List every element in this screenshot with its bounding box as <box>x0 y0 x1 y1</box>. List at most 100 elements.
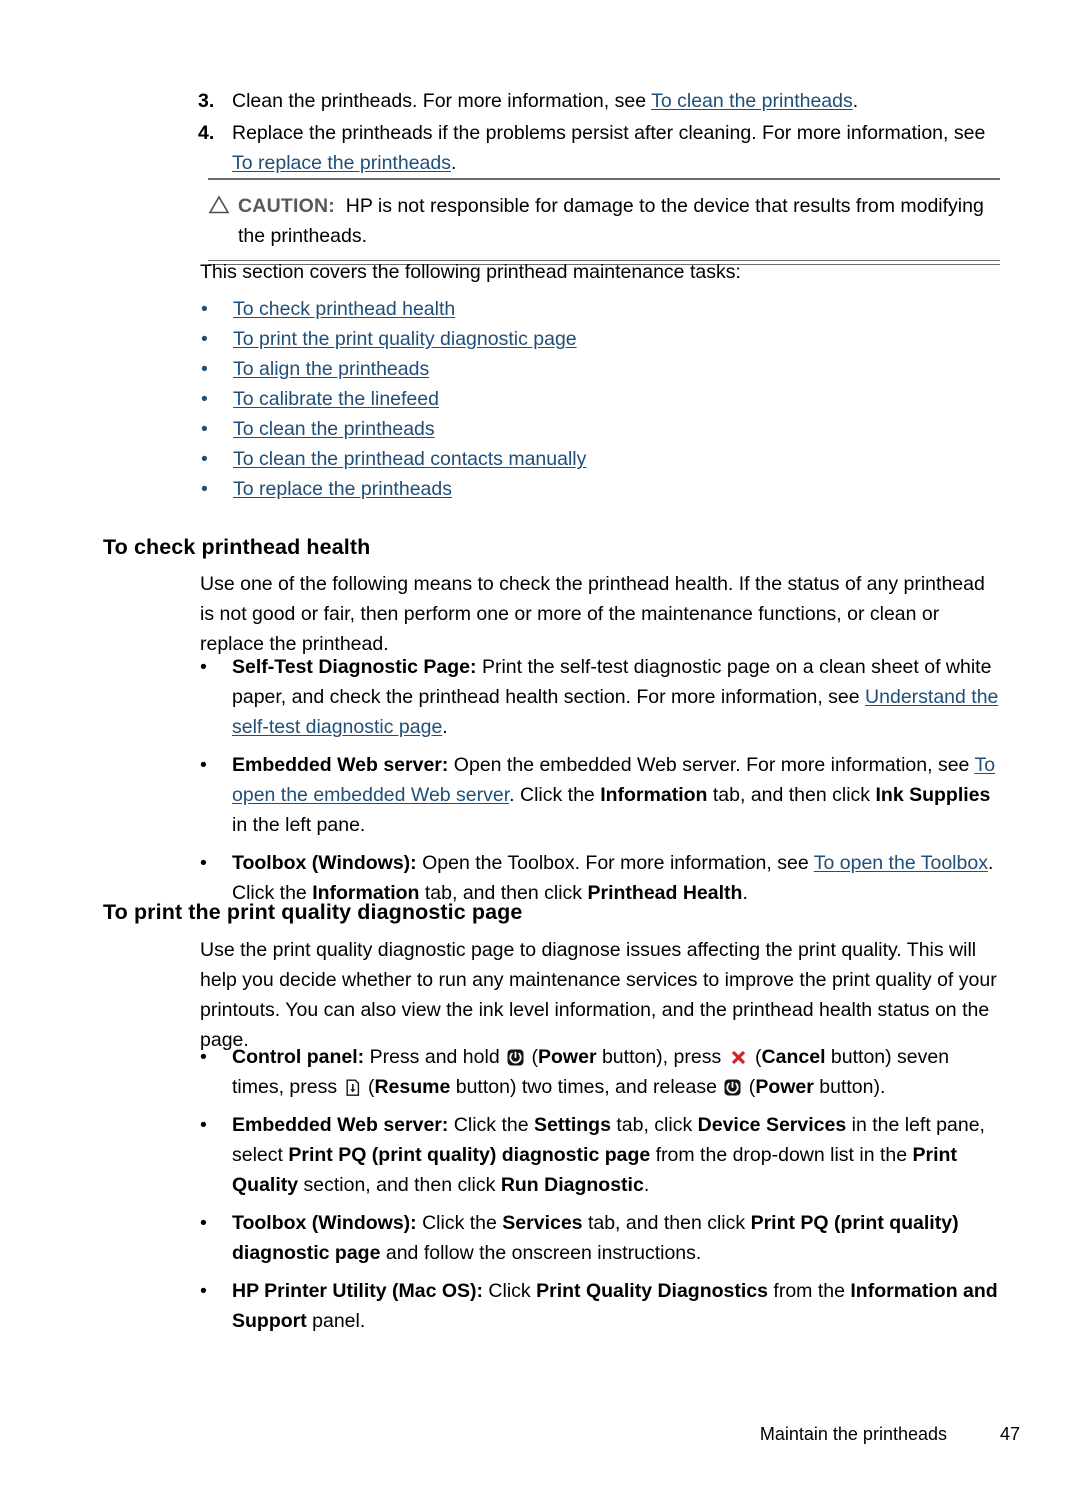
heading-to-print-the-print-quality-diagnostic-page: To print the print quality diagnostic pa… <box>103 900 523 924</box>
text-7: button) two times, and release <box>450 1076 723 1098</box>
caution-message: HP is not responsible for damage to the … <box>238 195 984 247</box>
list-item: • To clean the printhead contacts manual… <box>200 444 1000 474</box>
text-2: ( <box>526 1046 539 1068</box>
ui-label-printhead-health: Printhead Health <box>587 882 743 904</box>
ui-label-ink-supplies: Ink Supplies <box>875 784 991 806</box>
link-to-open-the-toolbox[interactable]: To open the Toolbox <box>814 852 988 874</box>
ui-label-information-tab: Information <box>600 784 708 806</box>
bullet-text-2: . Click the <box>509 784 601 806</box>
list-item: • Self-Test Diagnostic Page: Print the s… <box>200 652 1000 742</box>
bullet-text-4: . <box>742 882 748 904</box>
link-to-replace-the-printheads[interactable]: To replace the printheads <box>232 152 451 174</box>
link-to-check-printhead-health[interactable]: To check printhead health <box>233 294 455 324</box>
list-item: • Embedded Web server: Open the embedded… <box>200 750 1000 840</box>
bullet-text: Open the Toolbox. For more information, … <box>416 852 814 874</box>
list-number: 4. <box>198 122 215 144</box>
resume-button-icon <box>345 1076 361 1096</box>
link-to-clean-the-printhead-contacts-manually[interactable]: To clean the printhead contacts manually <box>233 444 586 474</box>
list-item: 3. Clean the printheads. For more inform… <box>198 86 1008 116</box>
text-4: ( <box>749 1046 762 1068</box>
text-2: tab, click <box>610 1114 698 1136</box>
bullet-lead-label: Toolbox (Windows): <box>232 1212 417 1234</box>
link-to-align-the-printheads[interactable]: To align the printheads <box>233 354 429 384</box>
ui-label-power: Power <box>538 1046 597 1068</box>
link-to-calibrate-the-linefeed[interactable]: To calibrate the linefeed <box>233 384 439 414</box>
ui-label-print-pq-diagnostic-page: Print PQ (print quality) diagnostic page <box>288 1144 651 1166</box>
text-1: Click the <box>416 1212 503 1234</box>
list-item: • To calibrate the linefeed <box>200 384 1000 414</box>
list-number: 3. <box>198 90 215 112</box>
ui-label-settings-tab: Settings <box>534 1114 611 1136</box>
paragraph-print-quality-diagnostic-page: Use the print quality diagnostic page to… <box>200 939 997 1051</box>
power-button-icon <box>724 1075 741 1096</box>
bullet-self-test-diagnostic-page: Self-Test Diagnostic Page: Print the sel… <box>232 652 1000 742</box>
bullet-hp-printer-utility-mac: HP Printer Utility (Mac OS): Click Print… <box>232 1276 1000 1336</box>
cancel-button-icon <box>730 1045 747 1065</box>
bullet-control-panel: Control panel: Press and hold (Power but… <box>232 1042 1000 1102</box>
bullet-text-4: in the left pane. <box>232 814 366 836</box>
caution-label: CAUTION: <box>238 195 335 217</box>
list-text: Replace the printheads if the problems p… <box>232 118 1008 178</box>
bullet-glyph: • <box>201 358 208 380</box>
heading-to-check-printhead-health: To check printhead health <box>103 535 371 559</box>
step-text-before: Clean the printheads. For more informati… <box>232 90 652 112</box>
text-3: panel. <box>306 1310 366 1332</box>
list-item: • To clean the printheads <box>200 414 1000 444</box>
caution-text: CAUTION: HP is not responsible for damag… <box>238 191 1000 251</box>
text-3: and follow the onscreen instructions. <box>380 1242 702 1264</box>
list-item: • Control panel: Press and hold (Power b… <box>200 1042 1000 1102</box>
link-to-replace-the-printheads[interactable]: To replace the printheads <box>233 474 452 504</box>
link-to-clean-the-printheads[interactable]: To clean the printheads <box>233 414 435 444</box>
bullet-glyph: • <box>201 388 208 410</box>
bullet-embedded-web-server: Embedded Web server: Open the embedded W… <box>232 750 1000 840</box>
bullet-glyph: • <box>201 328 208 350</box>
text-8: ( <box>743 1076 756 1098</box>
list-item: • To replace the printheads <box>200 474 1000 504</box>
list-item: • HP Printer Utility (Mac OS): Click Pri… <box>200 1276 1000 1336</box>
bullet-toolbox-windows-print: Toolbox (Windows): Click the Services ta… <box>232 1208 1000 1268</box>
text-6: . <box>643 1174 650 1196</box>
bullet-glyph: • <box>201 448 208 470</box>
link-to-print-the-print-quality-diagnostic-page[interactable]: To print the print quality diagnostic pa… <box>233 324 577 354</box>
warning-triangle-icon <box>208 191 238 219</box>
section-intro-text: This section covers the following printh… <box>200 261 741 283</box>
bullet-lead-label: Embedded Web server: <box>232 754 449 776</box>
link-to-clean-the-printheads[interactable]: To clean the printheads <box>651 90 853 112</box>
step-text-after: . <box>852 90 859 112</box>
ui-label-cancel: Cancel <box>761 1046 826 1068</box>
caution-admonition: CAUTION: HP is not responsible for damag… <box>208 178 1000 265</box>
bullet-glyph: • <box>200 1212 207 1234</box>
bullet-text-end: . <box>442 716 448 738</box>
bullet-lead-label: Toolbox (Windows): <box>232 852 417 874</box>
task-link-list: • To check printhead health • To print t… <box>200 294 1000 504</box>
document-page: 3. Clean the printheads. For more inform… <box>0 0 1080 1495</box>
text-9: button). <box>813 1076 886 1098</box>
bullet-glyph: • <box>200 656 207 678</box>
text-1: Click the <box>448 1114 534 1136</box>
bullet-glyph: • <box>200 754 207 776</box>
bullet-embedded-web-server-print: Embedded Web server: Click the Settings … <box>232 1110 1000 1200</box>
text-4: from the drop-down list in the <box>650 1144 913 1166</box>
bullet-glyph: • <box>200 1114 207 1136</box>
text-1: Press and hold <box>364 1046 506 1068</box>
list-item: • Embedded Web server: Click the Setting… <box>200 1110 1000 1200</box>
list-item: • To check printhead health <box>200 294 1000 324</box>
bullet-glyph: • <box>201 418 208 440</box>
bullet-text: Open the embedded Web server. For more i… <box>448 754 975 776</box>
list-item: 4. Replace the printheads if the problem… <box>198 118 1008 178</box>
paragraph-check-printhead-health: Use one of the following means to check … <box>200 573 985 655</box>
text-6: ( <box>362 1076 375 1098</box>
list-text: Clean the printheads. For more informati… <box>232 86 1008 116</box>
text-2: tab, and then click <box>582 1212 751 1234</box>
bullet-glyph: • <box>201 478 208 500</box>
text-2: from the <box>768 1280 851 1302</box>
numbered-step-list: 3. Clean the printheads. For more inform… <box>198 86 1008 180</box>
step-text-after: . <box>450 152 457 174</box>
bullet-lead-label: HP Printer Utility (Mac OS): <box>232 1280 484 1302</box>
footer-page-number: 47 <box>999 1424 1020 1444</box>
bullet-lead-label: Self-Test Diagnostic Page: <box>232 656 477 678</box>
text-1: Click <box>483 1280 537 1302</box>
text-5: section, and then click <box>298 1174 501 1196</box>
list-item: • To align the printheads <box>200 354 1000 384</box>
ui-label-run-diagnostic: Run Diagnostic <box>500 1174 644 1196</box>
